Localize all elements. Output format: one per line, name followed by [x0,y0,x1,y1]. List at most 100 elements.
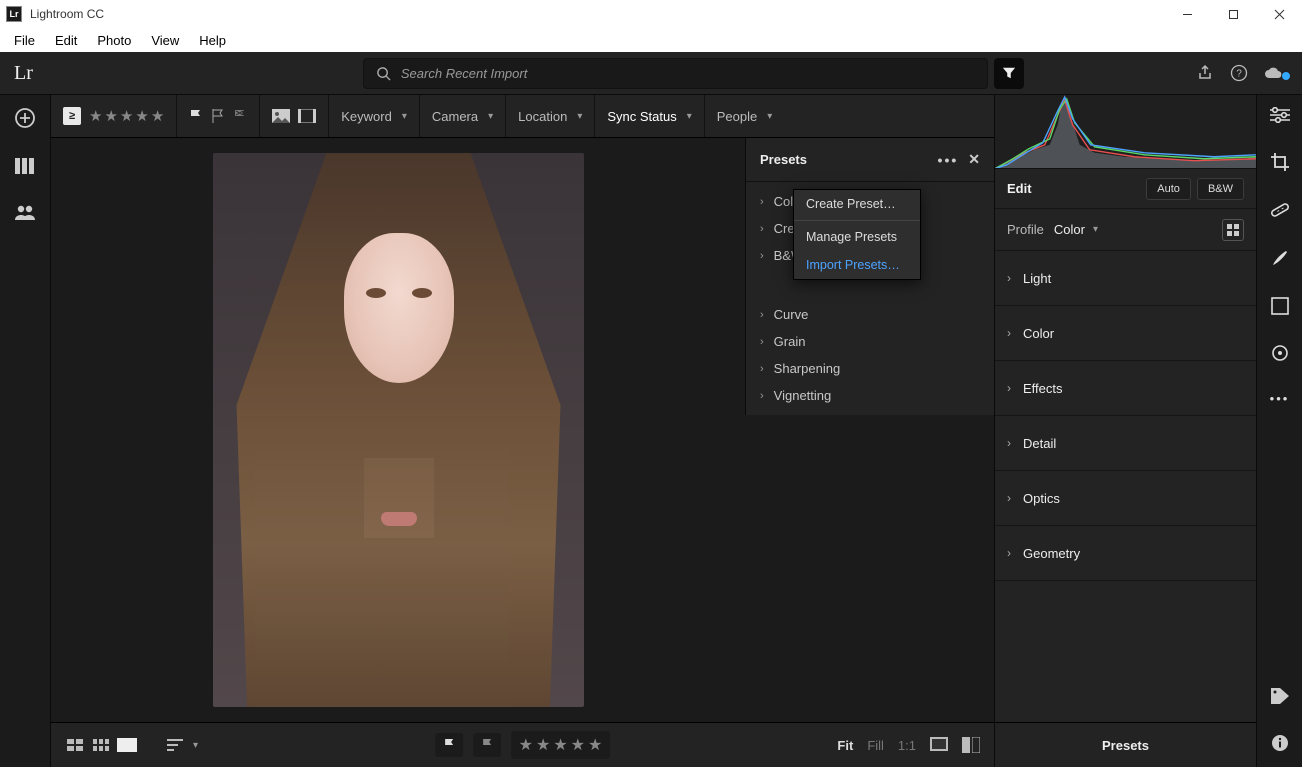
photo-type-icon [272,109,290,123]
add-photos-button[interactable] [14,107,36,129]
video-type-icon [298,109,316,123]
chevron-down-icon: ▾ [767,111,772,122]
section-effects[interactable]: ›Effects [995,361,1256,416]
show-original-button[interactable] [930,737,948,754]
flag-pick-icon [189,108,203,124]
preset-group-curve[interactable]: ›Curve [746,301,994,328]
chevron-right-icon: › [1007,436,1011,450]
media-filter[interactable] [260,95,329,137]
menu-photo[interactable]: Photo [87,33,141,48]
preset-group-grain[interactable]: ›Grain [746,328,994,355]
profile-browser-button[interactable] [1222,219,1244,241]
search-input[interactable]: Search Recent Import [363,58,988,89]
radial-gradient-button[interactable] [1271,344,1289,365]
help-icon[interactable]: ? [1222,64,1256,82]
compare-button[interactable] [962,737,980,753]
sharing-button[interactable] [14,203,36,221]
keywords-button[interactable] [1270,687,1290,708]
window-close-button[interactable] [1256,0,1302,28]
rating-filter[interactable]: ≥ ★★★★★ [51,95,177,137]
menu-file[interactable]: File [4,33,45,48]
more-tools-button[interactable]: ••• [1270,391,1290,406]
presets-menu-button[interactable]: ••• [938,152,959,168]
rate-stars[interactable]: ★★★★★ [511,731,611,759]
section-detail[interactable]: ›Detail [995,416,1256,471]
left-rail [0,95,51,767]
presets-context-menu: Create Preset… Manage Presets Import Pre… [793,189,921,280]
section-color[interactable]: ›Color [995,306,1256,361]
sort-button[interactable]: ▾ [167,739,198,751]
camera-filter[interactable]: Camera▾ [420,95,506,137]
rating-stars[interactable]: ★★★★★ [89,107,164,125]
zoom-1to1[interactable]: 1:1 [898,738,916,753]
edit-title: Edit [1007,181,1032,196]
flag-pick-button[interactable] [435,733,463,757]
share-icon[interactable] [1188,64,1222,82]
chevron-right-icon: › [760,196,764,208]
cloud-sync-icon[interactable] [1256,66,1290,80]
window-maximize-button[interactable] [1210,0,1256,28]
keyword-filter[interactable]: Keyword▾ [329,95,420,137]
menu-view[interactable]: View [141,33,189,48]
histogram[interactable] [995,95,1256,169]
preset-group-sharpening[interactable]: ›Sharpening [746,355,994,382]
linear-gradient-button[interactable] [1271,297,1289,318]
chevron-right-icon: › [1007,491,1011,505]
flag-filter[interactable] [177,95,260,137]
section-geometry[interactable]: ›Geometry [995,526,1256,581]
search-placeholder: Search Recent Import [401,66,527,81]
auto-button[interactable]: Auto [1146,178,1191,200]
profile-select[interactable]: Color▾ [1054,222,1098,237]
bw-button[interactable]: B&W [1197,178,1244,200]
section-optics[interactable]: ›Optics [995,471,1256,526]
flag-reject-button[interactable] [473,733,501,757]
menubar: File Edit Photo View Help [0,28,1302,52]
rating-mode-icon: ≥ [63,107,81,125]
presets-footer-button[interactable]: Presets [995,722,1256,767]
filter-funnel-button[interactable] [994,58,1024,89]
preset-group-vignetting[interactable]: ›Vignetting [746,382,994,409]
chevron-right-icon: › [760,250,764,262]
flag-unflagged-icon [211,108,225,124]
chevron-right-icon: › [1007,326,1011,340]
info-button[interactable] [1271,734,1289,755]
app-logo-icon: Lr [6,6,22,22]
heal-tool-button[interactable] [1270,201,1290,222]
chevron-right-icon: › [760,390,764,402]
people-filter[interactable]: People▾ [705,95,785,137]
bottom-toolbar: ▾ ★★★★★ Fit Fill 1:1 [51,722,994,767]
menu-edit[interactable]: Edit [45,33,87,48]
section-light[interactable]: ›Light [995,251,1256,306]
my-photos-button[interactable] [14,157,36,175]
location-filter[interactable]: Location▾ [506,95,595,137]
chevron-down-icon: ▾ [402,111,407,122]
photo-canvas[interactable]: Presets ••• ✕ ›Color ›Creative ›B&W ›Cur… [51,138,994,722]
zoom-fill[interactable]: Fill [867,738,884,753]
brush-tool-button[interactable] [1270,248,1290,271]
chevron-down-icon: ▾ [687,111,692,122]
detail-view-button[interactable] [117,738,137,752]
app-topbar: Lr Search Recent Import ? [0,52,1302,95]
chevron-right-icon: › [760,223,764,235]
zoom-fit[interactable]: Fit [837,738,853,753]
grid-view-button[interactable] [65,738,85,752]
menu-create-preset[interactable]: Create Preset… [794,190,920,218]
square-grid-button[interactable] [91,738,111,752]
photo-preview [213,153,584,707]
edit-tool-button[interactable] [1270,107,1290,126]
menu-help[interactable]: Help [189,33,236,48]
menu-manage-presets[interactable]: Manage Presets [794,223,920,251]
menu-import-presets[interactable]: Import Presets… [794,251,920,279]
sync-status-filter[interactable]: Sync Status▾ [595,95,704,137]
chevron-right-icon: › [1007,546,1011,560]
presets-close-button[interactable]: ✕ [968,151,980,168]
edit-panel: Edit Auto B&W Profile Color▾ ›Light ›Col… [994,95,1256,767]
chevron-down-icon: ▾ [193,740,198,751]
crop-tool-button[interactable] [1270,152,1290,175]
window-title: Lightroom CC [30,7,104,21]
window-titlebar: Lr Lightroom CC [0,0,1302,28]
presets-title: Presets [760,152,807,167]
window-minimize-button[interactable] [1164,0,1210,28]
chevron-right-icon: › [760,309,764,321]
chevron-down-icon: ▾ [488,111,493,122]
